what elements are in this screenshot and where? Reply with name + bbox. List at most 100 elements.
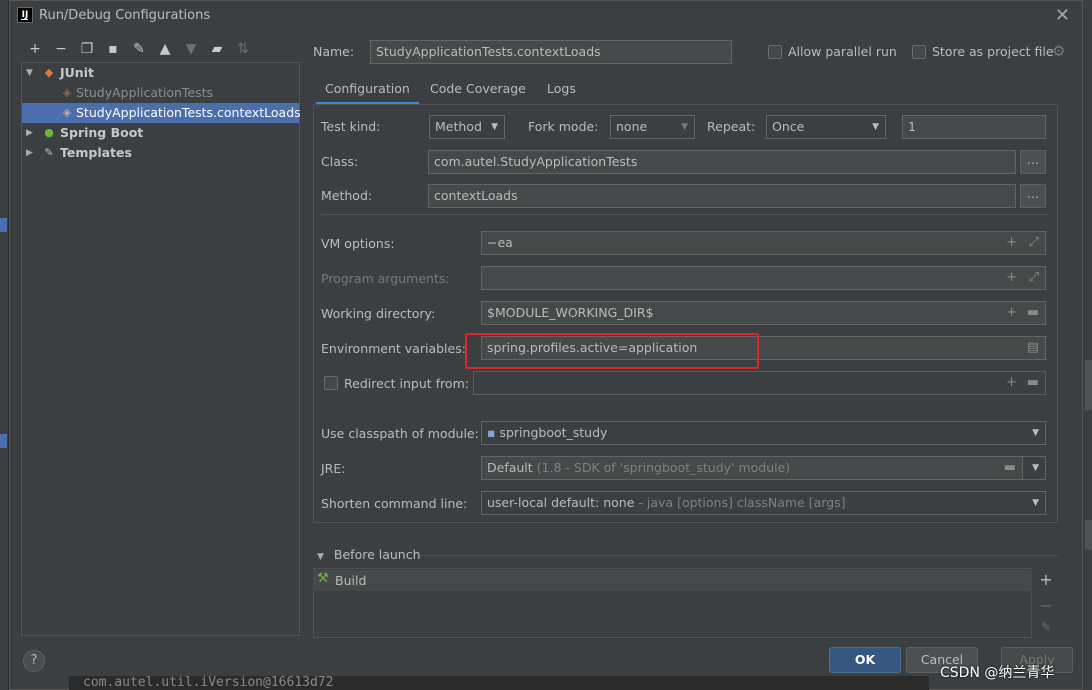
background-editor-strip-right	[1083, 0, 1092, 690]
classpath-module-label: Use classpath of module:	[321, 426, 479, 441]
jre-hint: (1.8 - SDK of 'springboot_study' module)	[536, 460, 791, 475]
chevron-down-icon: ▼	[1032, 428, 1039, 438]
vm-options-label: VM options:	[321, 236, 395, 251]
copy-icon[interactable]: ❐	[74, 41, 100, 57]
shorten-command-select[interactable]: user-local default: none - java [options…	[481, 491, 1046, 515]
vm-options-value: −ea	[487, 235, 513, 250]
list-item[interactable]: ⚒ Build	[313, 570, 1032, 591]
remove-icon[interactable]: −	[48, 41, 74, 57]
collapse-arrow-icon[interactable]: ▶	[26, 123, 36, 143]
close-icon[interactable]: ✕	[1055, 5, 1070, 26]
store-as-project-checkbox[interactable]	[912, 45, 926, 59]
add-icon[interactable]: +	[1034, 570, 1058, 589]
class-input[interactable]: com.autel.StudyApplicationTests	[428, 150, 1016, 174]
fork-mode-select[interactable]: none ▼	[610, 115, 695, 139]
tree-item-junit[interactable]: ▼ ◆ JUnit	[22, 63, 299, 83]
method-input[interactable]: contextLoads	[428, 184, 1016, 208]
spring-boot-icon: ●	[44, 126, 54, 139]
shorten-command-label: Shorten command line:	[321, 496, 468, 511]
folder-icon[interactable]: ▬	[1004, 457, 1016, 479]
tree-item-studyapplicationtests[interactable]: ◈ StudyApplicationTests	[22, 83, 299, 103]
program-arguments-input[interactable]: + ⤢	[481, 266, 1046, 290]
name-input[interactable]: StudyApplicationTests.contextLoads	[370, 40, 732, 64]
collapse-arrow-icon[interactable]: ▶	[26, 143, 36, 163]
repeat-count-input[interactable]: 1	[902, 115, 1046, 139]
redirect-input-label: Redirect input from:	[344, 376, 469, 391]
ok-button[interactable]: OK	[829, 647, 901, 673]
folder-icon[interactable]: ▬	[1027, 372, 1039, 394]
chevron-down-icon: ▼	[681, 122, 688, 132]
move-down-icon[interactable]: ▼	[178, 41, 204, 57]
vm-options-input[interactable]: −ea + ⤢	[481, 231, 1046, 255]
hammer-icon: ⚒	[317, 571, 329, 586]
select-value: Method	[435, 119, 482, 134]
tree-item-templates[interactable]: ▶ ✎ Templates	[22, 143, 299, 163]
tab-code-coverage[interactable]: Code Coverage	[430, 81, 526, 105]
tab-logs[interactable]: Logs	[547, 81, 576, 105]
list-icon[interactable]: ▤	[1027, 337, 1039, 359]
folder-icon[interactable]: ▬	[1027, 302, 1039, 324]
watermark: CSDN @纳兰青华	[940, 665, 1055, 681]
new-folder-icon[interactable]: ▰	[204, 41, 230, 57]
gear-icon[interactable]: ⚙	[1052, 42, 1065, 60]
classpath-module-select[interactable]: ▪ springboot_study ▼	[481, 421, 1046, 445]
before-launch-toolbar: + − ✎	[1034, 568, 1058, 638]
jre-value: Default	[487, 460, 533, 475]
list-item-label: Build	[335, 573, 367, 588]
add-icon[interactable]: +	[1006, 372, 1017, 394]
repeat-select[interactable]: Once ▼	[766, 115, 886, 139]
editor-scroll-block	[1085, 520, 1092, 550]
before-launch-title: Before launch	[333, 547, 421, 562]
allow-parallel-checkbox[interactable]	[768, 45, 782, 59]
working-directory-input[interactable]: $MODULE_WORKING_DIR$ + ▬	[481, 301, 1046, 325]
help-icon[interactable]: ?	[23, 650, 45, 672]
select-value: none	[616, 119, 648, 134]
expand-arrow-icon[interactable]: ▼	[26, 63, 36, 83]
fork-mode-label: Fork mode:	[528, 119, 599, 134]
test-method-icon: ◈	[62, 106, 72, 119]
expand-icon[interactable]: ⤢	[1029, 267, 1039, 289]
sort-icon[interactable]: ⇅	[230, 41, 256, 57]
save-icon[interactable]: ▪	[100, 41, 126, 57]
chevron-down-icon: ▼	[1032, 463, 1039, 473]
redirect-input-checkbox[interactable]	[324, 376, 338, 390]
name-label: Name:	[313, 44, 355, 59]
allow-parallel-label: Allow parallel run	[788, 44, 897, 59]
test-kind-label: Test kind:	[321, 119, 381, 134]
redirect-input-field[interactable]: + ▬	[473, 371, 1046, 395]
chevron-down-icon: ▼	[1032, 498, 1039, 508]
expand-icon[interactable]: ⤢	[1029, 232, 1039, 254]
method-label: Method:	[321, 188, 373, 203]
background-code-line: com.autel.util.iVersion@16613d72	[69, 676, 929, 690]
editor-scroll-block	[1085, 360, 1092, 410]
tree-item-contextloads[interactable]: ◈ StudyApplicationTests.contextLoads	[22, 103, 301, 123]
editor-marker	[0, 218, 7, 232]
add-icon[interactable]: +	[1006, 302, 1017, 324]
configuration-tree: ▼ ◆ JUnit ◈ StudyApplicationTests ◈ Stud…	[21, 62, 301, 636]
program-arguments-label: Program arguments:	[321, 271, 450, 286]
wrench-icon: ✎	[44, 146, 54, 159]
add-icon[interactable]: +	[22, 41, 48, 57]
before-launch-header[interactable]: ▼ Before launch	[317, 547, 421, 562]
jre-select[interactable]: Default (1.8 - SDK of 'springboot_study'…	[481, 456, 1023, 480]
jre-dropdown-button[interactable]: ▼	[1022, 456, 1046, 480]
tree-item-label: StudyApplicationTests	[76, 85, 214, 100]
tree-item-spring-boot[interactable]: ▶ ● Spring Boot	[22, 123, 299, 143]
class-browse-button[interactable]: ...	[1020, 150, 1046, 174]
wrench-icon[interactable]: ✎	[126, 41, 152, 57]
tree-item-label: Templates	[60, 145, 132, 160]
test-class-icon: ◈	[62, 86, 72, 99]
remove-icon[interactable]: −	[1034, 596, 1058, 615]
move-up-icon[interactable]: ▲	[152, 41, 178, 57]
collapse-arrow-icon: ▼	[317, 552, 324, 562]
chevron-down-icon: ▼	[491, 122, 498, 132]
select-hint: - java [options] className [args]	[638, 495, 846, 510]
title-bar: IJ Run/Debug Configurations ✕	[10, 1, 1082, 31]
tab-configuration[interactable]: Configuration	[316, 81, 419, 105]
editor-marker	[0, 434, 7, 448]
test-kind-select[interactable]: Method ▼	[429, 115, 505, 139]
edit-icon[interactable]: ✎	[1034, 620, 1058, 634]
add-icon[interactable]: +	[1006, 267, 1017, 289]
method-browse-button[interactable]: ...	[1020, 184, 1046, 208]
add-icon[interactable]: +	[1006, 232, 1017, 254]
